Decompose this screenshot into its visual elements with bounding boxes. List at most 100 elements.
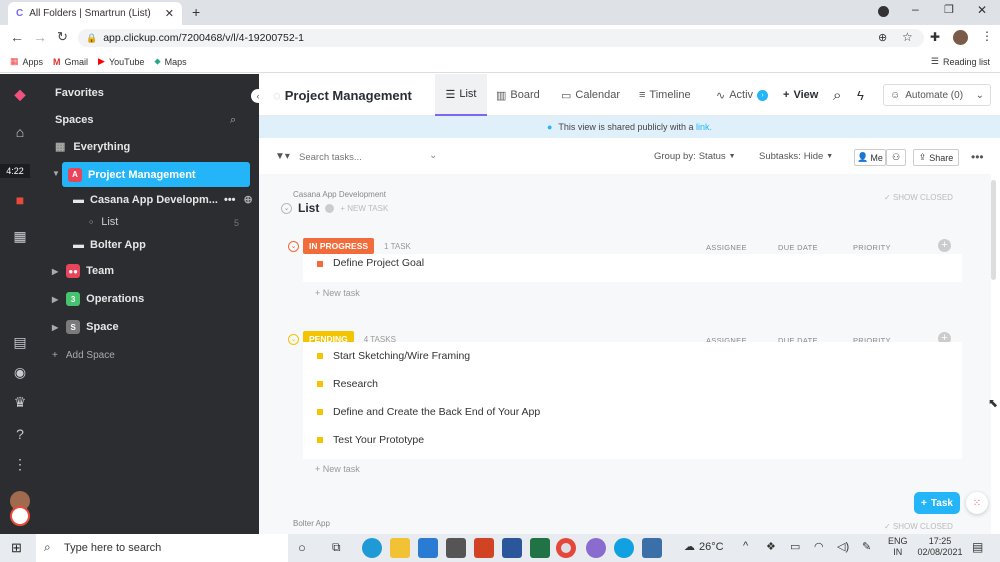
bookmark-gmail[interactable]: M Gmail xyxy=(53,57,88,67)
new-task-link[interactable]: + NEW TASK xyxy=(340,204,388,213)
task-row[interactable]: Research xyxy=(303,370,962,398)
reading-list[interactable]: ☰ Reading list xyxy=(931,56,990,67)
automate-button[interactable]: ☺ Automate (0) ⌄ xyxy=(883,84,991,106)
task-row[interactable]: Define and Create the Back End of Your A… xyxy=(303,398,962,426)
share-button[interactable]: ⇪ Share xyxy=(913,149,959,166)
add-circle-icon[interactable]: ⊕ xyxy=(244,193,253,206)
profile-avatar[interactable] xyxy=(953,30,968,45)
task-row[interactable]: Test Your Prototype xyxy=(303,426,962,454)
record-icon[interactable]: ■ xyxy=(10,190,30,210)
chevron-down-icon[interactable]: ▼ xyxy=(52,169,60,178)
more-options-icon[interactable]: ••• xyxy=(971,150,984,164)
bookmark-maps[interactable]: ⬥ Maps xyxy=(154,56,186,67)
clock[interactable]: 17:25 02/08/2021 xyxy=(917,536,963,558)
sidebar-item-operations[interactable]: ▶ 3 Operations xyxy=(52,292,144,306)
word-icon[interactable] xyxy=(502,538,522,558)
wifi-icon[interactable]: ◠ xyxy=(814,540,824,553)
tab-activity[interactable]: ∿ Activ › xyxy=(716,74,769,116)
chrome-profile-icon[interactable] xyxy=(586,538,606,558)
forward-icon[interactable]: → xyxy=(33,29,47,45)
notifications-icon[interactable]: ▤ xyxy=(972,540,983,554)
cortana-icon[interactable]: ○ xyxy=(298,540,306,555)
task-name[interactable]: Start Sketching/Wire Framing xyxy=(333,350,470,362)
back-icon[interactable]: ← xyxy=(10,29,24,45)
workspace-avatar[interactable] xyxy=(10,506,30,526)
pen-icon[interactable]: ✎ xyxy=(862,540,871,553)
bookmark-apps[interactable]: ▦ Apps xyxy=(10,56,43,67)
search-spaces-icon[interactable]: ⌕ xyxy=(230,114,236,127)
task-row[interactable]: Define Project Goal xyxy=(303,254,962,282)
edge-icon[interactable] xyxy=(362,538,382,558)
bookmark-youtube[interactable]: ▶ YouTube xyxy=(98,56,144,67)
add-task-fab[interactable]: + Task xyxy=(914,492,960,514)
show-closed-link[interactable]: ✓ SHOW CLOSED xyxy=(884,193,953,202)
close-window-icon[interactable]: ✕ xyxy=(977,3,987,17)
search-icon[interactable]: ⌕ xyxy=(833,74,841,116)
trophy-icon[interactable]: ♛ xyxy=(10,392,30,412)
lightning-icon[interactable]: ϟ xyxy=(857,74,864,116)
scroll-tabs-icon[interactable]: › xyxy=(757,89,769,101)
reload-icon[interactable]: ↻ xyxy=(57,29,68,45)
add-column-icon[interactable]: + xyxy=(938,239,951,252)
tab-calendar[interactable]: ▭ Calendar xyxy=(561,74,620,116)
tab-board[interactable]: ▥ Board xyxy=(496,74,540,116)
docs-icon[interactable]: ▤ xyxy=(10,332,30,352)
subtasks-button[interactable]: Subtasks: Hide ▼ xyxy=(759,151,833,162)
sidebar-item-bolter[interactable]: ▬ Bolter App xyxy=(73,239,146,251)
volume-icon[interactable]: ◁) xyxy=(837,540,849,553)
sidebar-item-team[interactable]: ▶ ●● Team xyxy=(52,264,114,278)
maximize-icon[interactable]: ❐ xyxy=(944,3,954,16)
task-name[interactable]: Test Your Prototype xyxy=(333,434,424,446)
home-icon[interactable]: ⌂ xyxy=(10,122,30,142)
group-by-button[interactable]: Group by: Status ▼ xyxy=(654,151,736,162)
tab-timeline[interactable]: ≡ Timeline xyxy=(639,74,691,116)
task-name[interactable]: Define Project Goal xyxy=(333,257,424,269)
collapse-group-icon[interactable]: ⌄ xyxy=(288,333,299,345)
chevron-down-icon[interactable]: ⌄ xyxy=(429,150,437,161)
photos-icon[interactable] xyxy=(642,538,662,558)
help-icon[interactable]: ? xyxy=(10,424,30,444)
tray-chevron-icon[interactable]: ^ xyxy=(743,540,748,552)
sidebar-item-project-management[interactable]: A Project Management xyxy=(62,162,250,187)
sidebar-item-casana[interactable]: ▬ Casana App Developm... ••• ⊕ xyxy=(73,193,253,207)
task-name[interactable]: Research xyxy=(333,378,378,390)
assignees-button[interactable]: ⚇ xyxy=(886,149,906,166)
browser-tab[interactable]: C All Folders | Smartrun (List) ✕ xyxy=(8,2,182,25)
timer-badge[interactable]: 4:22 xyxy=(0,164,30,178)
add-space-button[interactable]: + Add Space xyxy=(52,350,115,361)
task-row[interactable]: Start Sketching/Wire Framing xyxy=(303,342,962,370)
scrollbar[interactable] xyxy=(991,180,996,280)
pulse-icon[interactable]: ◉ xyxy=(10,362,30,382)
mail-icon[interactable] xyxy=(418,538,438,558)
me-button[interactable]: 👤 Me xyxy=(854,149,886,166)
new-tab-icon[interactable]: + xyxy=(192,4,200,20)
address-bar[interactable]: 🔒 app.clickup.com/7200468/v/l/4-19200752… xyxy=(78,29,924,47)
new-task-button[interactable]: + New task xyxy=(315,464,360,474)
dashboard-icon[interactable]: ▦ xyxy=(10,226,30,246)
more-icon[interactable]: ⋮ xyxy=(10,454,30,474)
more-options-icon[interactable]: ••• xyxy=(224,194,236,206)
apps-fab[interactable]: ⁙ xyxy=(966,492,988,514)
shared-link[interactable]: link. xyxy=(696,122,712,132)
store-icon[interactable] xyxy=(446,538,466,558)
minimize-icon[interactable]: – xyxy=(912,2,919,16)
tab-list[interactable]: ☰ List xyxy=(435,74,487,116)
weather-widget[interactable]: ☁ 26°C xyxy=(684,540,724,554)
menu-icon[interactable]: ⋮ xyxy=(981,29,993,43)
chrome-icon[interactable] xyxy=(556,538,576,558)
sidebar-item-space[interactable]: ▶ S Space xyxy=(52,320,119,334)
new-task-button[interactable]: + New task xyxy=(315,288,360,298)
sidebar-item-list[interactable]: ○ List xyxy=(89,216,118,228)
collapse-icon[interactable]: ⌄ xyxy=(281,202,292,214)
extensions-icon[interactable]: ✚ xyxy=(930,30,940,44)
tab-search-icon[interactable] xyxy=(878,6,889,17)
status-badge[interactable]: IN PROGRESS xyxy=(303,238,375,254)
install-icon[interactable]: ⊕ xyxy=(878,31,887,44)
add-view-button[interactable]: + View xyxy=(783,74,818,116)
powerpoint-icon[interactable] xyxy=(474,538,494,558)
favorites-header[interactable]: Favorites xyxy=(55,87,104,99)
sidebar-item-everything[interactable]: ▦ Everything xyxy=(55,140,130,154)
spaces-header[interactable]: Spaces xyxy=(55,114,94,126)
filter-icon[interactable]: ▼▾ xyxy=(275,151,290,162)
language-indicator[interactable]: ENG IN xyxy=(888,536,908,558)
